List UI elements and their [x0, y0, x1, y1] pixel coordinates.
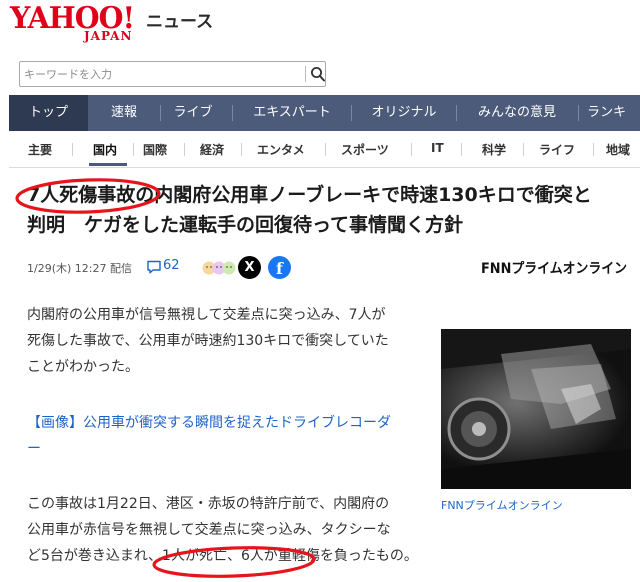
category-tab-region[interactable]: 地域 [606, 141, 630, 159]
photo-caption[interactable]: FNNプライムオンライン [441, 497, 563, 513]
share-facebook-button[interactable]: f [268, 256, 291, 279]
search-box [19, 61, 326, 87]
category-tab-main[interactable]: 主要 [28, 141, 52, 159]
share-x-button[interactable]: X [238, 256, 261, 279]
search-icon [311, 67, 325, 82]
category-divider [133, 143, 134, 156]
main-nav-live[interactable]: ライブ [161, 95, 225, 131]
yahoo-japan-logo[interactable]: YAHOO! JAPAN [10, 2, 142, 48]
category-divider [523, 143, 524, 156]
category-tab-science[interactable]: 科学 [482, 141, 506, 159]
category-divider [411, 143, 412, 156]
active-tab-indicator [89, 163, 127, 166]
category-tab-entertainment[interactable]: エンタメ [257, 141, 305, 159]
source-logo[interactable]: FNNプライムオンライン [481, 258, 627, 278]
paragraph-line: 死傷した事故で、公用車が時速約130キロで衝突していた [27, 333, 389, 349]
paragraph-line: 公用車が赤信号を無視して交差点に突っ込み、タクシーな [27, 522, 391, 538]
category-divider [72, 143, 73, 156]
category-tab-economy[interactable]: 経済 [200, 141, 224, 159]
paragraph-line: この事故は1月22日、港区・赤坂の特許庁前で、内閣府の [27, 496, 390, 512]
article-title: 7人死傷事故の内閣府公用車ノーブレーキで時速130キロで衝突と 判明 ケガをした… [27, 180, 635, 240]
comment-icon[interactable] [146, 260, 162, 274]
main-navigation: トップ 速報 ライブ エキスパート オリジナル みんなの意見 ランキ [9, 95, 640, 131]
article-meta: 1/29(木) 12:27 配信 62 X f FNNプライムオンライン [27, 256, 627, 280]
category-tab-international[interactable]: 国際 [143, 141, 167, 159]
main-nav-top[interactable]: トップ [9, 95, 88, 131]
article-title-line-2: 判明 ケガをした運転手の回復待って事情聞く方針 [27, 214, 464, 236]
article-title-line-1: 7人死傷事故の内閣府公用車ノーブレーキで時速130キロで衝突と [27, 184, 592, 206]
category-divider [184, 143, 185, 156]
category-tab-it[interactable]: IT [431, 141, 444, 159]
article-paragraph-2: この事故は1月22日、港区・赤坂の特許庁前で、内閣府の 公用車が赤信号を無視して… [27, 491, 431, 569]
link-line: ー [27, 441, 41, 457]
main-nav-ranking[interactable]: ランキ [587, 95, 640, 131]
image-gallery-link[interactable]: 【画像】公用車が衝突する瞬間を捉えたドライブレコーダ ー [27, 410, 431, 462]
category-divider [241, 143, 242, 156]
search-input[interactable] [24, 62, 294, 86]
category-navigation: 主要 国内 国際 経済 エンタメ スポーツ IT 科学 ライフ 地域 [9, 131, 640, 168]
nav-divider [578, 105, 579, 121]
category-divider [461, 143, 462, 156]
category-divider [325, 143, 326, 156]
paragraph-line: ことがわかった。 [27, 359, 139, 375]
main-nav-breaking[interactable]: 速報 [88, 95, 160, 131]
comment-count[interactable]: 62 [163, 258, 180, 273]
paragraph-line: ど5台が巻き込まれ、1人が死亡、6人が重軽傷を負ったもの。 [27, 548, 418, 564]
article-paragraph-1: 内閣府の公用車が信号無視して交差点に突っ込み、7人が 死傷した事故で、公用車が時… [27, 302, 431, 380]
paragraph-line: 内閣府の公用車が信号無視して交差点に突っ込み、7人が [27, 307, 386, 323]
site-header: YAHOO! JAPAN ニュース [0, 0, 640, 52]
facebook-logo-icon: f [276, 259, 283, 278]
link-line: 【画像】公用車が衝突する瞬間を捉えたドライブレコーダ [27, 415, 391, 431]
article-photo[interactable] [441, 329, 631, 489]
category-divider [593, 143, 594, 156]
category-tab-life[interactable]: ライフ [539, 141, 575, 159]
main-nav-opinions[interactable]: みんなの意見 [457, 95, 577, 131]
category-tab-domestic[interactable]: 国内 [93, 141, 117, 159]
main-nav-original[interactable]: オリジナル [352, 95, 456, 131]
logo-subtext: JAPAN [84, 29, 133, 43]
search-divider [305, 66, 306, 82]
search-button[interactable] [310, 65, 326, 83]
service-name[interactable]: ニュース [146, 7, 213, 32]
x-logo-icon: X [244, 260, 255, 275]
category-tab-sports[interactable]: スポーツ [341, 141, 389, 159]
crashed-car-image [441, 329, 631, 489]
main-nav-expert[interactable]: エキスパート [233, 95, 351, 131]
publish-date: 1/29(木) 12:27 配信 [27, 262, 132, 275]
